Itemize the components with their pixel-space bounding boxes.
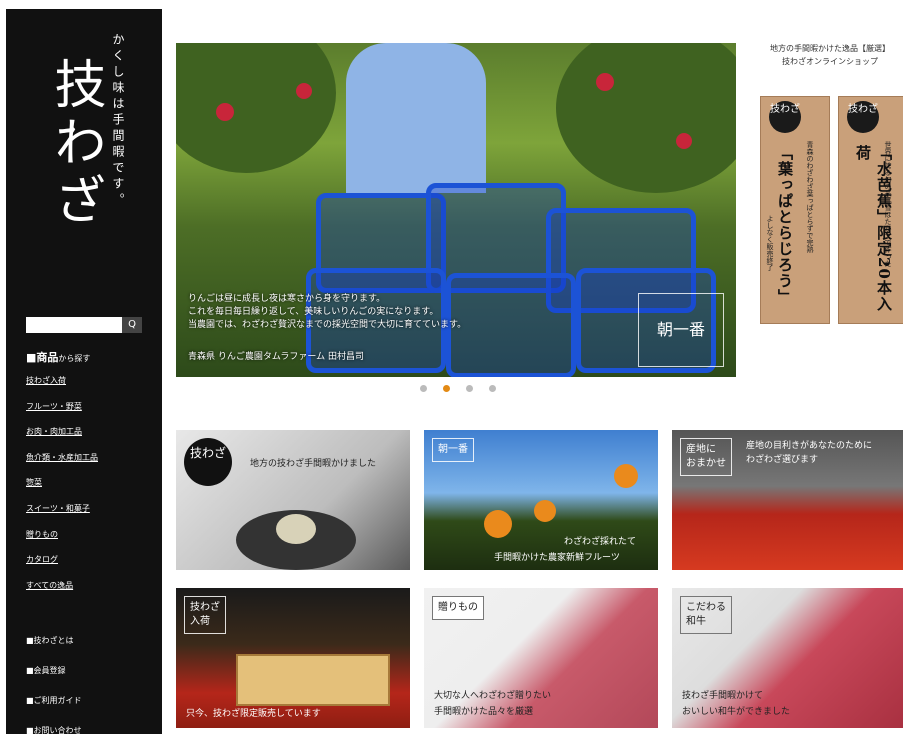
nav-contact[interactable]: ■お問い合わせ xyxy=(26,725,82,736)
banner-product-1[interactable]: 技わざ 青森のわざわざ葉っぱとらずで完熟 「葉っぱとらじろう」 よしなく販売終了 xyxy=(760,96,830,324)
nav-link-deli[interactable]: 惣菜 xyxy=(26,477,156,488)
tile-text: 地方の技わざ手間暇かけました xyxy=(250,459,377,469)
nav-link-arrivals[interactable]: 技わざ入荷 xyxy=(26,375,156,386)
tile-wagyu[interactable]: こだわる 和牛 技わざ手間暇かけて おいしい和牛ができました xyxy=(672,588,903,728)
tile-text: 手間暇かけた品々を厳選 xyxy=(434,707,534,717)
tile-text: 産地の目利きがあなたのために xyxy=(746,441,873,451)
hero-caption: りんごは昼に成長し夜は寒さから身を守ります。 これを毎日毎日繰り返して、美味しい… xyxy=(188,294,467,330)
tile-morning[interactable]: 朝一番 わざわざ採れたて 手間暇かけた農家新鮮フルーツ xyxy=(424,430,658,570)
nav-link-sweets[interactable]: スイーツ・和菓子 xyxy=(26,503,156,514)
carousel-dot-active[interactable] xyxy=(443,385,450,392)
banner-title: 「葉っぱとらじろう」 xyxy=(776,145,794,305)
hero-slide[interactable]: りんごは昼に成長し夜は寒さから身を守ります。 これを毎日毎日繰り返して、美味しい… xyxy=(176,43,736,377)
nav-link-all[interactable]: すべての逸品 xyxy=(26,580,156,591)
nav-link-fruits[interactable]: フルーツ・野菜 xyxy=(26,401,156,412)
search-form: Q xyxy=(26,317,142,333)
info-nav: ■技わざとは ■会員登録 ■ご利用ガイド ■お問い合わせ xyxy=(26,635,82,755)
tile-text: わざわざ採れたて xyxy=(564,537,637,547)
nav-heading: ■商品から探す xyxy=(26,351,91,364)
tile-text: 大切な人へわざわざ贈りたい xyxy=(434,691,552,701)
carousel-dot[interactable] xyxy=(466,385,473,392)
tile-waza[interactable]: 技わざ 地方の技わざ手間暇かけました xyxy=(176,430,410,570)
carousel-dot[interactable] xyxy=(489,385,496,392)
carousel-dot[interactable] xyxy=(420,385,427,392)
tile-arrivals[interactable]: 技わざ 入荷 只今、技わざ限定販売しています xyxy=(176,588,410,728)
farmer-figure xyxy=(346,43,486,193)
tile-origin[interactable]: 産地に おまかせ 産地の目利きがあなたのために わざわざ選びます xyxy=(672,430,903,570)
seal-logo: 技わざ xyxy=(769,101,801,133)
banner-subtext: 青森のわざわざ葉っぱとらずで完熟 xyxy=(806,141,814,253)
nav-link-seafood[interactable]: 魚介類・水産加工品 xyxy=(26,452,156,463)
sidebar: 技わざ かくし味は手間暇です。 Q ■商品から探す 技わざ入荷 フルーツ・野菜 … xyxy=(6,9,162,735)
tile-label: 産地に おまかせ xyxy=(680,438,732,476)
nav-guide[interactable]: ■ご利用ガイド xyxy=(26,695,82,706)
tile-label: 技わざ xyxy=(184,438,232,486)
seal-logo: 技わざ xyxy=(847,101,879,133)
nav-link-catalog[interactable]: カタログ xyxy=(26,554,156,565)
tile-text: 手間暇かけた農家新鮮フルーツ xyxy=(494,553,620,563)
tile-label: 技わざ 入荷 xyxy=(184,596,226,634)
tile-text: 技わざ手間暇かけて xyxy=(682,691,764,701)
tile-label: 贈りもの xyxy=(432,596,484,620)
banner-status: よしなく販売終了 xyxy=(766,215,774,271)
banner-product-2[interactable]: 技わざ 世界に誇る幻の米「雪ほたか」で作った 「水芭蕉」限定20本入荷 xyxy=(838,96,903,324)
tile-text: わざわざ選びます xyxy=(746,455,819,465)
tagline: かくし味は手間暇です。 xyxy=(111,33,125,209)
hero-credit: 青森県 りんご農園タムラファーム 田村昌司 xyxy=(188,352,365,362)
nav-link-meat[interactable]: お肉・肉加工品 xyxy=(26,426,156,437)
tile-gifts[interactable]: 贈りもの 大切な人へわざわざ贈りたい 手間暇かけた品々を厳選 xyxy=(424,588,658,728)
site-logo[interactable]: 技わざ xyxy=(44,57,106,231)
tile-text: おいしい和牛ができました xyxy=(682,707,791,717)
banner-title: 「水芭蕉」限定20本入荷 xyxy=(854,145,893,312)
shop-header: 地方の手間暇かけた逸品【厳選】 技わざオンラインショップ xyxy=(770,44,890,66)
tile-label: こだわる 和牛 xyxy=(680,596,732,634)
nav-about[interactable]: ■技わざとは xyxy=(26,635,82,646)
carousel-dots xyxy=(420,385,496,392)
nav-register[interactable]: ■会員登録 xyxy=(26,665,82,676)
nav-link-gifts[interactable]: 贈りもの xyxy=(26,529,156,540)
search-input[interactable] xyxy=(26,317,122,333)
search-button[interactable]: Q xyxy=(122,317,142,333)
hero-badge: 朝一番 xyxy=(638,293,724,367)
tile-text: 只今、技わざ限定販売しています xyxy=(186,709,321,719)
tile-label: 朝一番 xyxy=(432,438,474,462)
category-nav: ■商品から探す 技わざ入荷 フルーツ・野菜 お肉・肉加工品 魚介類・水産加工品 … xyxy=(26,349,156,605)
